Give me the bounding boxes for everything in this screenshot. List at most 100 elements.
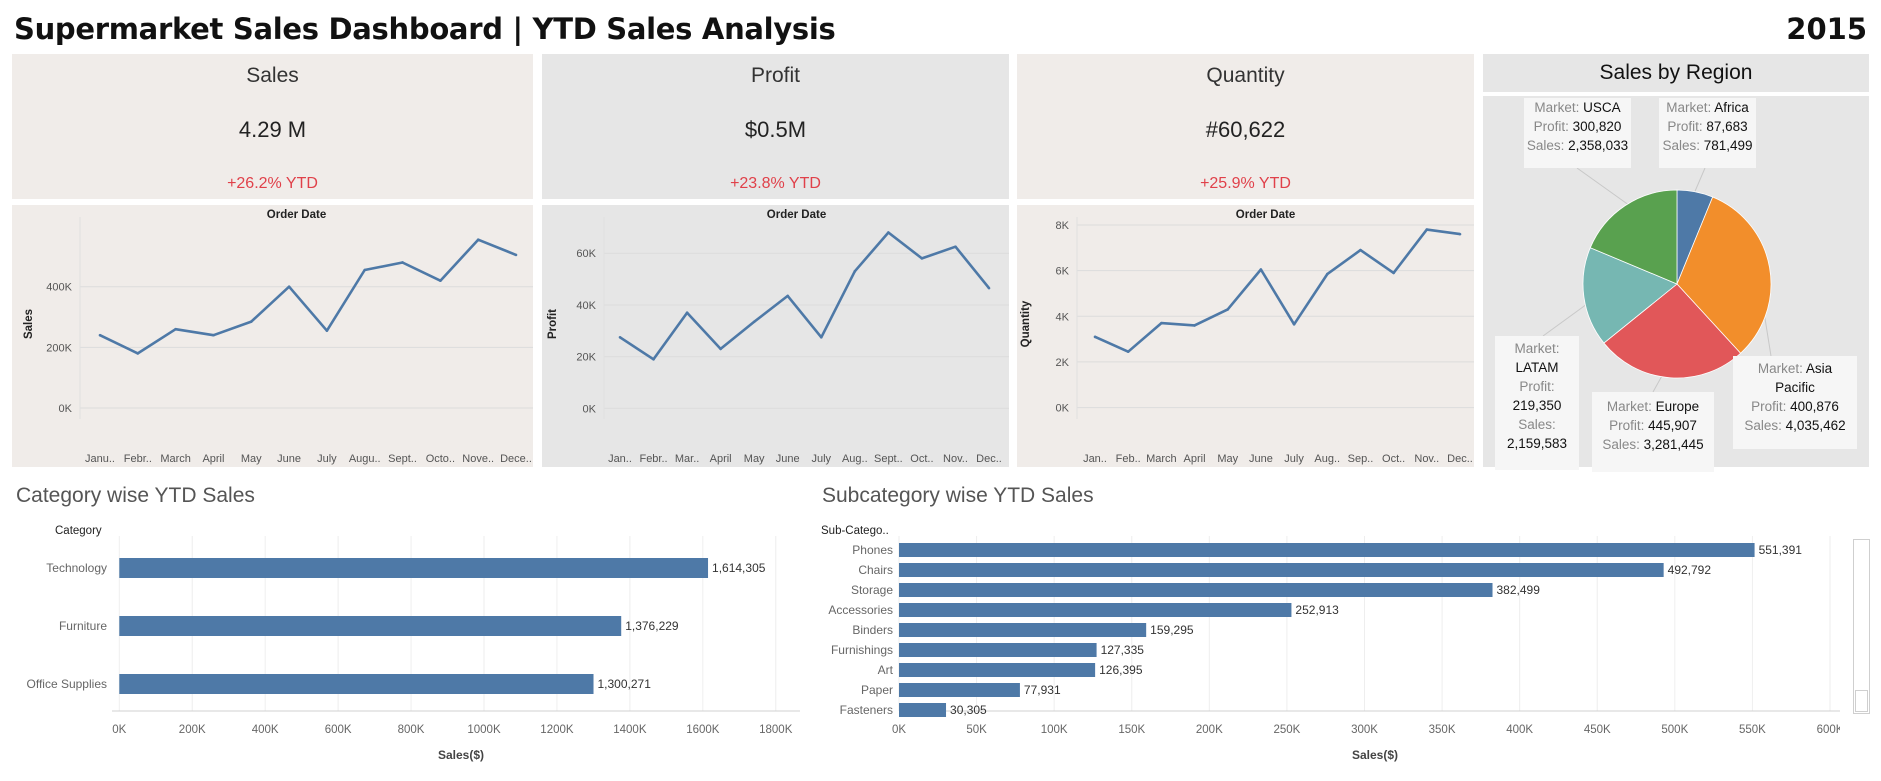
x-tick-label: July (1284, 453, 1304, 465)
x-tick-label: Aug.. (1314, 453, 1340, 465)
x-tick-label: May (1217, 453, 1238, 465)
bar[interactable] (119, 616, 622, 636)
y-tick-label: 20K (576, 352, 596, 364)
category-label: Office Supplies (27, 677, 108, 691)
bar[interactable] (899, 543, 1755, 557)
kpi-card-profit[interactable]: Profit $0.5M +23.8% YTD (542, 54, 1009, 199)
series-line[interactable] (99, 238, 517, 355)
bar-value-label: 126,395 (1099, 663, 1143, 677)
year-label: 2015 (1786, 12, 1867, 46)
x-tick-label: 200K (179, 724, 206, 736)
data-point[interactable] (136, 352, 140, 355)
x-tick-label: 100K (1041, 724, 1068, 736)
bar[interactable] (899, 603, 1292, 617)
data-point[interactable] (652, 357, 655, 361)
bar[interactable] (899, 583, 1493, 597)
data-point[interactable] (1160, 321, 1163, 325)
tooltip-usca: Market: USCA Profit: 300,820 Sales: 2,35… (1524, 98, 1631, 168)
kpi-label: Profit (750, 64, 800, 87)
data-point[interactable] (1226, 308, 1230, 311)
bar[interactable] (899, 663, 1096, 677)
data-point[interactable] (752, 320, 756, 324)
series-line[interactable] (1094, 228, 1461, 353)
series-line[interactable] (619, 231, 991, 361)
data-point[interactable] (1392, 271, 1395, 275)
kpi-ytd-change: +25.9% YTD (1200, 175, 1291, 192)
scrollbar-thumb[interactable] (1855, 690, 1868, 712)
chart-title: Order Date (267, 209, 326, 221)
leader-line (1576, 167, 1634, 209)
category-header: Category (55, 525, 102, 537)
data-point[interactable] (363, 268, 367, 272)
data-point[interactable] (618, 335, 622, 339)
data-point[interactable] (174, 327, 177, 331)
tooltip-europe: Market: Europe Profit: 445,907 Sales: 3,… (1592, 392, 1714, 472)
kpi-value: 4.29 M (238, 117, 307, 142)
x-tick-label: Aug.. (842, 453, 868, 465)
x-tick-label: 400K (252, 724, 279, 736)
bar[interactable] (899, 623, 1147, 637)
data-point[interactable] (1292, 322, 1296, 326)
data-point[interactable] (1093, 335, 1097, 339)
x-tick-label: Dec.. (1447, 453, 1473, 465)
data-point[interactable] (887, 231, 890, 234)
x-tick-label: March (1146, 453, 1177, 465)
data-point[interactable] (287, 285, 291, 289)
x-tick-label: Nove.. (462, 453, 494, 465)
data-point[interactable] (920, 257, 924, 260)
bar[interactable] (899, 643, 1097, 657)
profit-line-chart[interactable]: 0K 20K 40K 60K Order Date Profit Jan.. Febr.. Ma… (542, 205, 1009, 467)
data-point[interactable] (719, 347, 722, 351)
x-tick-label: Dece.. (500, 453, 532, 465)
chart-title: Order Date (767, 209, 826, 221)
data-point[interactable] (685, 311, 689, 315)
data-point[interactable] (819, 335, 823, 339)
bar[interactable] (119, 674, 594, 694)
category-label: Art (878, 663, 894, 677)
bar[interactable] (899, 683, 1020, 697)
data-point[interactable] (1259, 268, 1263, 271)
data-point[interactable] (786, 294, 790, 298)
x-tick-label: Sept.. (874, 453, 903, 465)
data-point[interactable] (212, 333, 215, 337)
y-tick-label: 4K (1056, 311, 1070, 323)
data-point[interactable] (1458, 232, 1462, 236)
kpi-card-quantity[interactable]: Quantity #60,622 +25.9% YTD (1017, 54, 1474, 199)
x-tick-label: Janu.. (85, 453, 115, 465)
data-point[interactable] (853, 270, 857, 273)
quantity-line-chart[interactable]: 0K 2K 4K 6K 8K Order Date Quantity Jan.. Feb.. Ma… (1017, 205, 1474, 467)
bar[interactable] (899, 703, 947, 717)
data-point[interactable] (476, 238, 480, 242)
sales-line-chart[interactable]: 0K 200K 400K Order Date Sales Janu.. Febr.. Mar… (12, 205, 533, 467)
kpi-card-sales[interactable]: Sales 4.29 M +26.2% YTD (12, 54, 533, 199)
bar[interactable] (899, 563, 1664, 577)
data-point[interactable] (1425, 228, 1429, 231)
category-label: Fasteners (840, 703, 893, 717)
bar-value-label: 30,305 (950, 703, 987, 717)
data-point[interactable] (987, 286, 991, 290)
data-point[interactable] (401, 261, 404, 264)
subcategory-scrollbar[interactable] (1853, 539, 1870, 714)
data-point[interactable] (1359, 248, 1362, 252)
data-point[interactable] (325, 329, 329, 332)
y-tick-label: 0K (583, 403, 597, 415)
kpi-value: #60,622 (1205, 117, 1286, 142)
x-tick-label: Oct.. (910, 453, 933, 465)
kpi-ytd-change: +23.8% YTD (730, 175, 821, 192)
data-point[interactable] (1193, 324, 1196, 327)
x-tick-label: 800K (398, 724, 425, 736)
data-point[interactable] (439, 279, 442, 282)
category-bar-chart[interactable]: 0K 200K 400K 600K 800K 1000K 1200K 1400K 1600K 18… (0, 511, 800, 781)
x-tick-label: 600K (325, 724, 352, 736)
data-point[interactable] (249, 320, 253, 323)
subcategory-bar-chart[interactable]: 0K 50K 100K 150K 200K 250K 300K 350K 400K 450K 500… (810, 511, 1840, 781)
kpi-value: $0.5M (744, 117, 807, 142)
bar-value-label: 252,913 (1295, 603, 1339, 617)
data-point[interactable] (98, 333, 102, 337)
data-point[interactable] (1325, 272, 1329, 276)
bar[interactable] (119, 558, 709, 578)
data-point[interactable] (514, 253, 518, 257)
y-tick-label: 400K (46, 282, 72, 294)
data-point[interactable] (1126, 350, 1130, 353)
data-point[interactable] (954, 245, 957, 249)
